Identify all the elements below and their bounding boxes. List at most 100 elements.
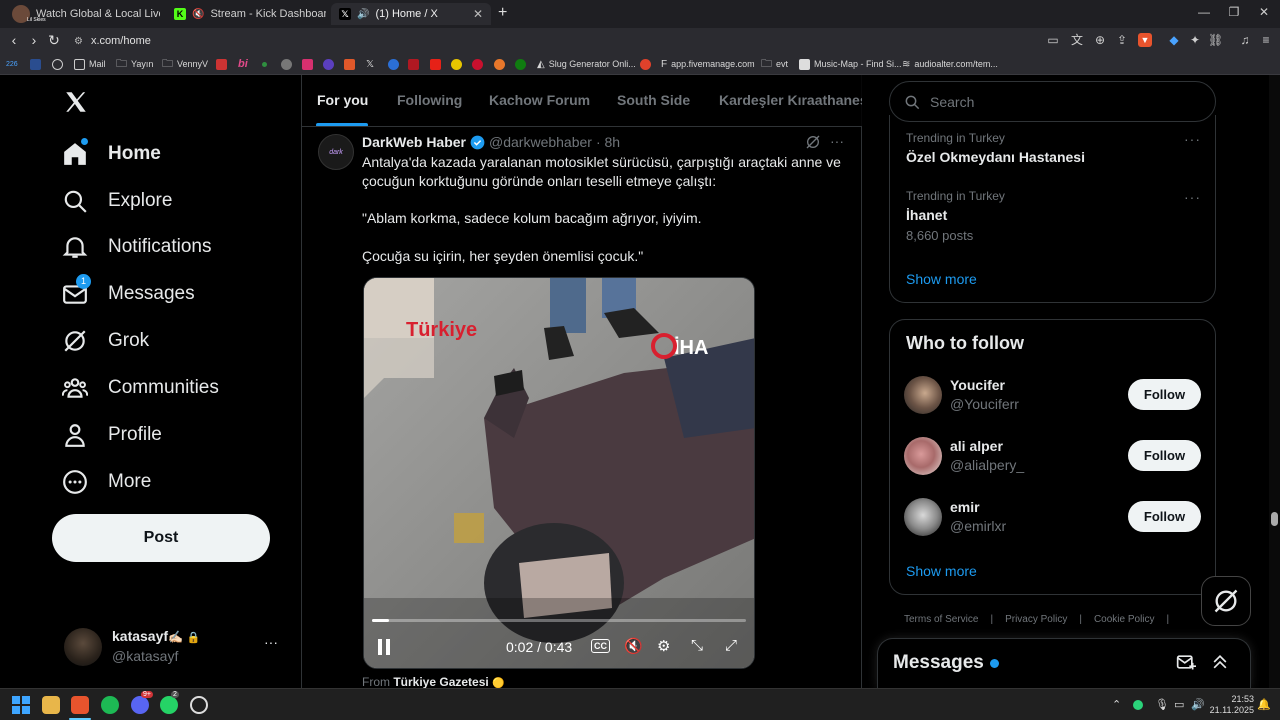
follow-user-name[interactable]: Youcifer [950,377,1005,393]
network-icon[interactable]: ▭ [1174,698,1184,711]
windows-start-icon[interactable] [12,696,30,714]
new-tab-button[interactable]: + [498,4,507,22]
trend-title[interactable]: Özel Okmeydanı Hastanesi [906,149,1085,165]
spotify-icon[interactable] [101,696,119,714]
youtube-icon[interactable] [430,57,441,71]
page-scrollbar[interactable] [1269,75,1280,688]
follow-button[interactable]: Follow [1128,501,1201,532]
follow-user-name[interactable]: ali alper [950,438,1003,454]
wallet-icon[interactable]: ◆ [1167,33,1181,47]
browser-tab-x-home[interactable]: 𝕏 🔊 (1) Home / X ✕ [331,3,491,25]
forward-icon[interactable]: › [26,32,42,48]
nav-profile[interactable]: Profile [62,415,162,455]
extensions-icon[interactable]: ✦ [1188,33,1202,47]
trend-more-icon[interactable]: ··· [1184,189,1201,205]
scrollbar-thumb[interactable] [1271,512,1278,526]
media-icon[interactable]: ♫ [1238,33,1252,47]
bookmark-icon[interactable] [408,57,419,71]
menu-icon[interactable]: ≡ [1259,33,1273,47]
notifications-center-icon[interactable]: 🔔 [1257,698,1271,711]
fullscreen-icon[interactable]: ⤢ [725,637,737,654]
trend-title[interactable]: İhanet [906,207,947,223]
file-explorer-icon[interactable] [42,696,60,714]
tweet-author-handle[interactable]: @darkwebhaber [489,134,592,150]
follow-button[interactable]: Follow [1128,379,1201,410]
translate-icon[interactable]: 文 [1070,33,1084,47]
pinterest-icon[interactable] [472,57,483,71]
nav-more[interactable]: More [62,462,151,502]
close-window-icon[interactable]: ✕ [1255,5,1273,19]
tab-kachow-forum[interactable]: Kachow Forum [489,92,590,108]
bookmark-slug[interactable]: ◭ Slug Generator Onli... [537,57,636,71]
microphone-icon[interactable]: 🎙 [1155,698,1169,711]
tweet-time[interactable]: · 8h [596,134,620,150]
nav-explore[interactable]: Explore [62,181,172,221]
pause-icon[interactable] [376,638,392,656]
new-message-icon[interactable] [1176,652,1196,672]
tab-for-you[interactable]: For you [317,92,368,108]
avatar[interactable] [904,498,942,536]
bookmark-fivemanage[interactable]: Fapp.fivemanage.com [661,57,755,71]
discord-icon[interactable]: 9+ [131,691,153,714]
zoom-icon[interactable]: ⊕ [1093,33,1107,47]
cast-icon[interactable]: ▭ [1046,33,1060,47]
who-to-follow-show-more[interactable]: Show more [906,563,977,579]
avatar[interactable] [904,376,942,414]
grok-explain-icon[interactable] [805,134,821,150]
bookmark-icon[interactable] [494,57,505,71]
bookmark-icon[interactable] [388,57,399,71]
tray-chevron-icon[interactable]: ⌃ [1112,698,1121,711]
mute-icon[interactable]: 🔇 [624,637,643,655]
follow-user-name[interactable]: emir [950,499,980,515]
bookmark-audioalter[interactable]: ≋ audioalter.com/tem... [902,57,998,71]
bookmark-icon[interactable] [281,57,292,71]
bookmark-badge[interactable]: 226 [6,57,18,71]
avatar[interactable] [904,437,942,475]
bookmark-icon[interactable] [323,57,334,71]
bookmark-mail[interactable]: Mail [74,57,106,71]
grok-floating-button[interactable] [1201,576,1251,626]
expand-icon[interactable] [1210,652,1230,672]
tweet-author-avatar[interactable]: dark [318,134,354,170]
x-logo[interactable] [63,89,89,115]
bookmark-vennyv[interactable]: 🗀 VennyV [162,57,208,71]
tab-following[interactable]: Following [397,92,462,108]
nav-home[interactable]: Home [62,134,161,174]
brave-shields-icon[interactable]: ▼ [1138,33,1152,47]
bookmark-icon[interactable] [30,57,41,71]
restore-icon[interactable]: ❐ [1225,5,1243,19]
x-bookmark-icon[interactable]: 𝕏 [366,57,374,71]
back-icon[interactable]: ‹ [6,32,22,48]
instagram-icon[interactable] [302,57,313,71]
tab-kardesler[interactable]: Kardeşler Kıraathanesi [719,92,862,108]
settings-icon[interactable]: ⚙ [657,637,670,655]
xbox-icon[interactable] [515,57,526,71]
steam-icon[interactable] [190,696,208,714]
follow-button[interactable]: Follow [1128,440,1201,471]
terms-link[interactable]: Terms of Service [904,614,978,625]
account-switcher[interactable]: katasayf✍🏻 🔒 @katasayf ··· [52,620,294,672]
tweet-source-name[interactable]: Türkiye Gazetesi [393,675,488,688]
whatsapp-icon[interactable]: 2 [160,691,179,714]
bookmark-icon[interactable]: bi [238,57,248,71]
tweet-more-icon[interactable]: ··· [830,133,844,149]
minimize-icon[interactable]: — [1195,5,1213,19]
privacy-link[interactable]: Privacy Policy [1005,614,1067,625]
bookmark-icon[interactable] [52,57,63,71]
bookmark-icon[interactable] [262,57,267,71]
url-field[interactable]: ⚙ x.com/home [74,32,151,50]
cookie-link[interactable]: Cookie Policy [1094,614,1155,625]
account-more-icon[interactable]: ··· [264,634,278,650]
nav-notifications[interactable]: Notifications [62,227,212,267]
site-settings-icon[interactable]: ⚙ [74,36,83,47]
post-button[interactable]: Post [52,514,270,562]
bookmark-icon[interactable] [451,57,462,71]
docked-player-icon[interactable]: ⤡ [691,637,703,654]
link-icon[interactable]: ⛓ [1208,33,1223,47]
tweet-author-name[interactable]: DarkWeb Haber [362,134,466,150]
bookmark-icon[interactable] [216,57,227,71]
reload-icon[interactable]: ↻ [46,32,62,48]
tray-status-icon[interactable] [1133,700,1143,710]
tab-south-side[interactable]: South Side [617,92,690,108]
nav-grok[interactable]: Grok [62,321,149,361]
